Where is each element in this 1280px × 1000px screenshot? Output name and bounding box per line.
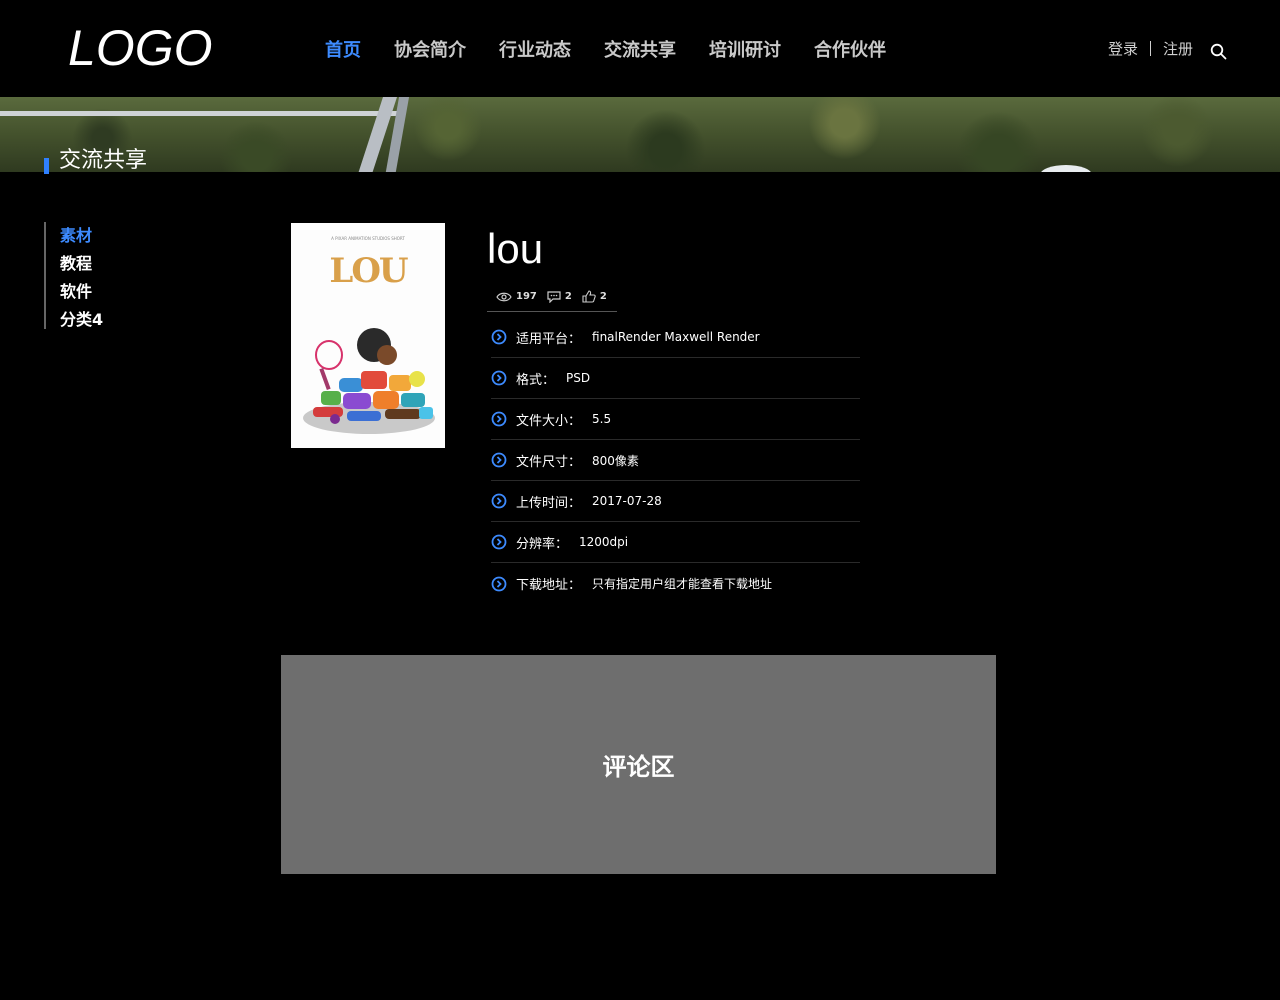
views-count: 197 bbox=[516, 291, 537, 302]
banner-object bbox=[1040, 165, 1092, 172]
info-row-dimensions: 文件尺寸： 800像素 bbox=[491, 440, 860, 481]
info-row-format: 格式： PSD bbox=[491, 358, 860, 399]
likes-stat[interactable]: 2 bbox=[582, 290, 607, 303]
comments-stat: 2 bbox=[547, 290, 572, 303]
views-stat: 197 bbox=[496, 291, 537, 302]
toy-pile-illustration bbox=[303, 328, 435, 434]
sidebar-item-material[interactable]: 素材 bbox=[60, 222, 103, 250]
resource-info-list: 适用平台： finalRender Maxwell Render 格式： PSD… bbox=[491, 317, 860, 604]
site-header: LOGO 首页 协会简介 行业动态 交流共享 培训研讨 合作伙伴 登录 注册 bbox=[0, 0, 1280, 97]
poster-tagline: A PIXAR ANIMATION STUDIOS SHORT bbox=[331, 236, 405, 241]
info-label: 分辨率： bbox=[516, 536, 569, 552]
search-icon[interactable] bbox=[1210, 43, 1227, 60]
info-label: 下载地址： bbox=[516, 578, 582, 593]
sidebar: 素材 教程 软件 分类4 bbox=[60, 222, 103, 334]
info-row-platform: 适用平台： finalRender Maxwell Render bbox=[491, 317, 860, 358]
nav-item-home[interactable]: 首页 bbox=[325, 36, 361, 66]
banner-title-marker bbox=[44, 158, 49, 174]
info-row-download: 下载地址： 只有指定用户组才能查看下载地址 bbox=[491, 563, 860, 604]
info-row-filesize: 文件大小： 5.5 bbox=[491, 399, 860, 440]
resource-thumbnail: A PIXAR ANIMATION STUDIOS SHORT LOU bbox=[291, 223, 445, 448]
comment-section-label: 评论区 bbox=[602, 753, 675, 781]
comments-count: 2 bbox=[564, 291, 572, 302]
page-banner bbox=[0, 97, 1280, 172]
chevron-right-circle-icon bbox=[491, 452, 507, 468]
info-value: finalRender Maxwell Render bbox=[592, 330, 760, 344]
info-label: 上传时间： bbox=[516, 495, 582, 511]
chevron-right-circle-icon bbox=[491, 411, 507, 427]
resource-stats: 197 2 2 bbox=[487, 282, 617, 312]
chevron-right-circle-icon bbox=[491, 329, 507, 345]
resource-title: lou bbox=[487, 225, 544, 272]
nav-item-training[interactable]: 培训研讨 bbox=[709, 36, 781, 66]
info-label: 格式： bbox=[516, 372, 556, 388]
chevron-right-circle-icon bbox=[491, 370, 507, 386]
sidebar-item-tutorial[interactable]: 教程 bbox=[60, 250, 103, 278]
nav-item-news[interactable]: 行业动态 bbox=[499, 36, 571, 66]
comment-section[interactable]: 评论区 bbox=[281, 655, 996, 874]
banner-title-text: 交流共享 bbox=[59, 148, 148, 173]
info-label: 文件大小： bbox=[516, 413, 582, 429]
site-logo[interactable]: LOGO bbox=[68, 18, 212, 78]
info-label: 文件尺寸： bbox=[516, 454, 582, 470]
nav-item-partners[interactable]: 合作伙伴 bbox=[814, 36, 886, 66]
eye-icon bbox=[496, 292, 512, 301]
poster-title: LOU bbox=[329, 251, 408, 291]
nav-item-about[interactable]: 协会简介 bbox=[394, 36, 466, 66]
chevron-right-circle-icon bbox=[491, 534, 507, 550]
chevron-right-circle-icon bbox=[491, 576, 507, 591]
download-restriction-note: 只有指定用户组才能查看下载地址 bbox=[592, 577, 773, 591]
info-label: 适用平台： bbox=[516, 331, 582, 347]
sidebar-item-software[interactable]: 软件 bbox=[60, 278, 103, 306]
likes-count: 2 bbox=[599, 291, 607, 302]
info-value: 2017-07-28 bbox=[592, 494, 662, 508]
auth-links: 登录 注册 bbox=[1108, 38, 1193, 59]
info-value: 1200dpi bbox=[579, 535, 629, 549]
nav-item-share[interactable]: 交流共享 bbox=[604, 36, 676, 66]
info-row-upload-date: 上传时间： 2017-07-28 bbox=[491, 481, 860, 522]
register-link[interactable]: 注册 bbox=[1163, 38, 1193, 59]
banner-rail bbox=[0, 111, 400, 116]
sidebar-line bbox=[44, 222, 46, 329]
chevron-right-circle-icon bbox=[491, 493, 507, 509]
login-link[interactable]: 登录 bbox=[1108, 38, 1138, 59]
main-nav: 首页 协会简介 行业动态 交流共享 培训研讨 合作伙伴 bbox=[325, 36, 919, 66]
sidebar-item-category4[interactable]: 分类4 bbox=[60, 306, 103, 334]
info-row-resolution: 分辨率： 1200dpi bbox=[491, 522, 860, 563]
info-value: 800像素 bbox=[592, 453, 639, 468]
thumbs-up-icon[interactable] bbox=[582, 290, 596, 303]
comment-icon bbox=[547, 290, 561, 303]
banner-title: 交流共享 bbox=[44, 147, 147, 175]
info-value: PSD bbox=[566, 371, 591, 385]
auth-divider bbox=[1150, 41, 1152, 56]
info-value: 5.5 bbox=[592, 412, 612, 426]
